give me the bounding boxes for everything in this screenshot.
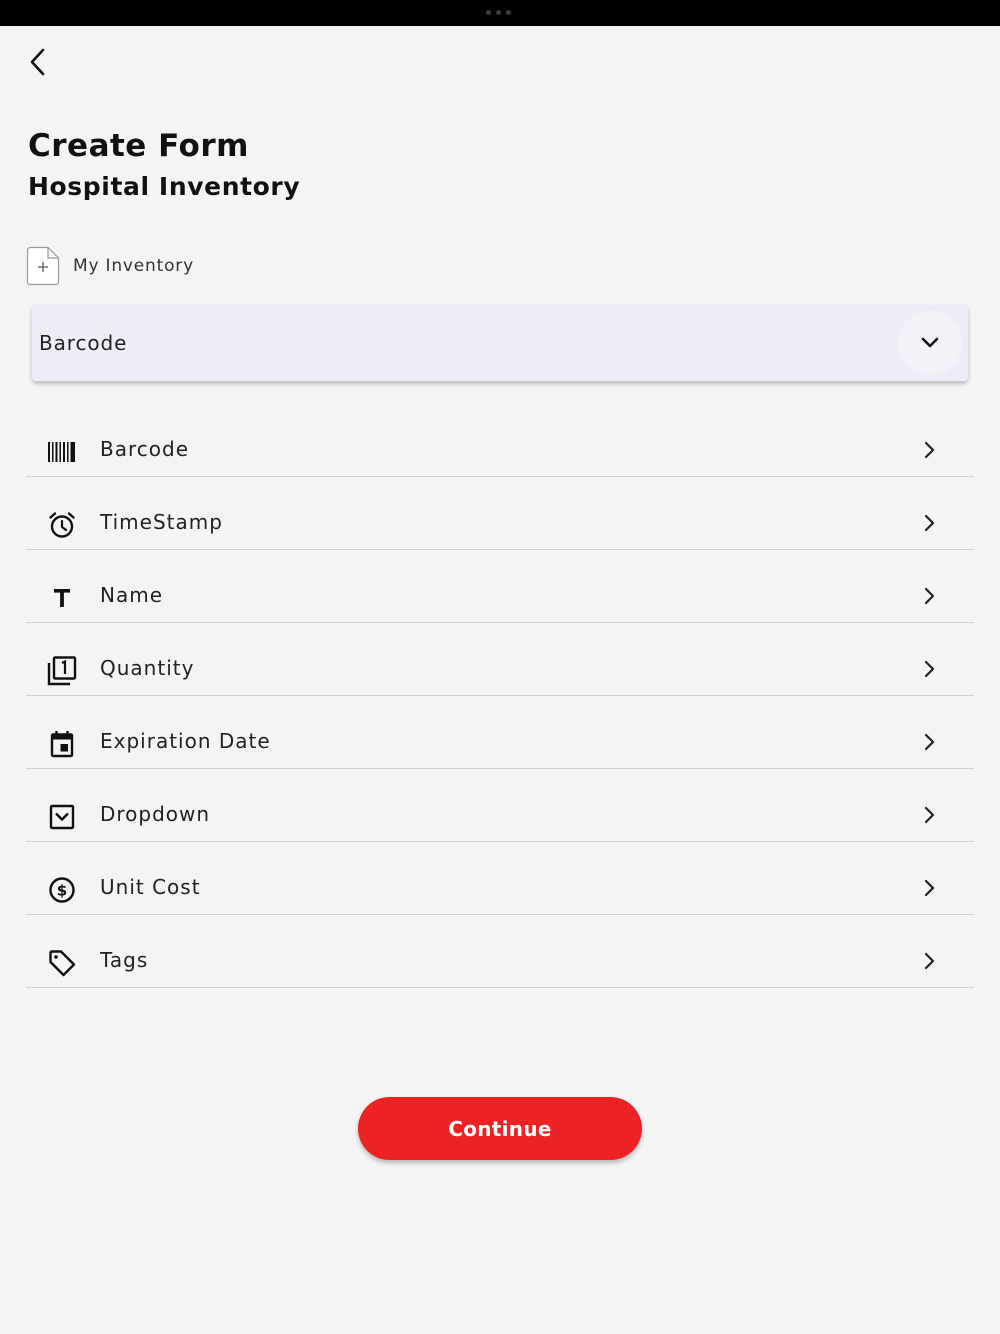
field-label: Expiration Date — [100, 729, 271, 753]
field-row-name[interactable]: Name — [26, 550, 974, 623]
add-document-icon — [26, 246, 60, 286]
tag-icon — [44, 945, 80, 981]
chevron-down-icon[interactable] — [898, 311, 962, 375]
field-type-select[interactable]: Barcode — [32, 305, 968, 381]
chevron-right-icon — [922, 730, 938, 754]
field-row-dropdown[interactable]: Dropdown — [26, 769, 974, 842]
field-label: Name — [100, 583, 164, 607]
alarm-clock-icon — [44, 507, 80, 543]
back-button[interactable] — [18, 40, 58, 84]
inventory-label: My Inventory — [73, 256, 194, 276]
field-label: Unit Cost — [100, 875, 201, 899]
chevron-right-icon — [922, 438, 938, 462]
svg-text:$: $ — [57, 882, 67, 900]
page-title: Create Form — [28, 128, 249, 164]
dollar-circle-icon: $ — [44, 872, 80, 908]
inventory-selector[interactable]: My Inventory — [26, 246, 194, 286]
field-label: TimeStamp — [100, 510, 223, 534]
chevron-right-icon — [922, 584, 938, 608]
chevron-right-icon — [922, 876, 938, 900]
field-type-select-value: Barcode — [39, 331, 128, 355]
page-subtitle: Hospital Inventory — [28, 172, 301, 201]
field-row-expiration-date[interactable]: Expiration Date — [26, 696, 974, 769]
chevron-right-icon — [922, 803, 938, 827]
status-bar — [0, 0, 1000, 26]
chevron-right-icon — [922, 511, 938, 535]
field-label: Tags — [100, 948, 149, 972]
field-row-quantity[interactable]: Quantity — [26, 623, 974, 696]
multitasking-dots[interactable] — [486, 10, 511, 15]
chevron-left-icon — [30, 48, 45, 76]
field-row-unit-cost[interactable]: $ Unit Cost — [26, 842, 974, 915]
dropdown-box-icon — [44, 799, 80, 835]
continue-button[interactable]: Continue — [358, 1097, 642, 1160]
field-row-barcode[interactable]: Barcode — [26, 404, 974, 477]
number-box-icon — [44, 653, 80, 689]
field-label: Barcode — [100, 437, 189, 461]
field-label: Dropdown — [100, 802, 211, 826]
field-row-timestamp[interactable]: TimeStamp — [26, 477, 974, 550]
barcode-icon — [44, 434, 80, 470]
field-row-tags[interactable]: Tags — [26, 915, 974, 988]
field-label: Quantity — [100, 656, 195, 680]
field-list: Barcode TimeStamp Name Quantity Expirati… — [26, 404, 974, 988]
text-icon — [44, 580, 80, 616]
calendar-icon — [44, 726, 80, 762]
chevron-right-icon — [922, 949, 938, 973]
chevron-right-icon — [922, 657, 938, 681]
